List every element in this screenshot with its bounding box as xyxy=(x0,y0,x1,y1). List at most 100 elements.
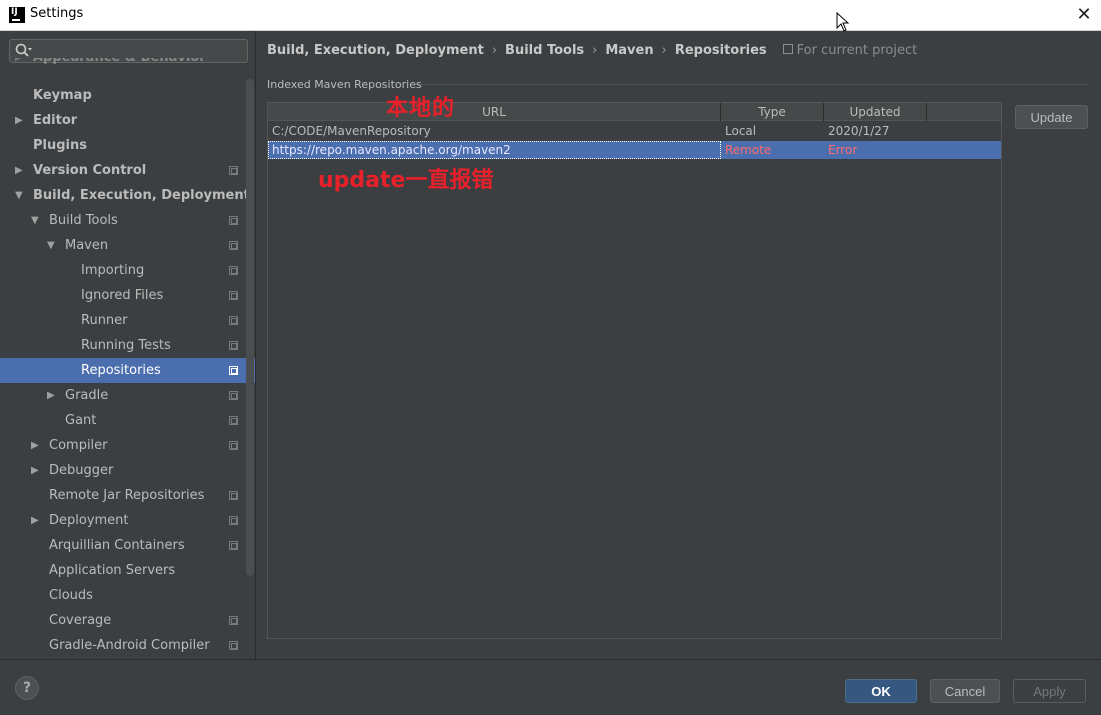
tree-item-label: Remote Jar Repositories xyxy=(49,488,205,503)
breadcrumb-item[interactable]: Build Tools xyxy=(505,43,584,58)
tree-item[interactable]: Repositories xyxy=(0,358,255,383)
project-scope-icon xyxy=(229,216,238,225)
expand-arrow-down-icon[interactable]: ▼ xyxy=(15,183,23,208)
tree-item[interactable]: Arquillian Containers xyxy=(0,533,255,558)
tree-item-label: Gradle-Android Compiler xyxy=(49,638,210,653)
tree-item-label: Importing xyxy=(81,263,145,278)
tree-item-label: Running Tests xyxy=(81,338,171,353)
tree-item[interactable]: Gradle-Android Compiler xyxy=(0,633,255,658)
tree-item-label: Keymap xyxy=(33,88,92,103)
column-header-url[interactable]: URL xyxy=(268,103,721,121)
project-scope-icon xyxy=(229,291,238,300)
project-scope-icon xyxy=(229,416,238,425)
breadcrumb-separator-icon: › xyxy=(661,43,667,58)
expand-arrow-right-icon[interactable]: ▶ xyxy=(47,383,55,408)
breadcrumb-item[interactable]: Build, Execution, Deployment xyxy=(267,43,484,58)
tree-item-label: Application Servers xyxy=(49,563,176,578)
project-scope-icon xyxy=(229,616,238,625)
expand-arrow-right-icon[interactable]: ▶ xyxy=(31,508,39,533)
tree-item-label: Editor xyxy=(33,113,78,128)
expand-arrow-right-icon[interactable]: ▶ xyxy=(15,108,23,133)
annotation-update-error: update一直报错 xyxy=(318,168,494,193)
project-scope-icon xyxy=(229,266,238,275)
tree-item[interactable]: Ignored Files xyxy=(0,283,255,308)
expand-arrow-right-icon[interactable]: ▶ xyxy=(31,458,39,483)
project-scope-icon xyxy=(229,516,238,525)
project-scope-icon xyxy=(229,341,238,350)
table-cell-url: https://repo.maven.apache.org/maven2 xyxy=(268,141,721,159)
expand-arrow-down-icon[interactable]: ▼ xyxy=(31,208,39,233)
project-scope-icon xyxy=(229,641,238,650)
annotation-local: 本地的 xyxy=(386,96,456,121)
project-scope-icon xyxy=(229,366,238,375)
window-title: Settings xyxy=(30,6,84,21)
expand-arrow-down-icon[interactable]: ▼ xyxy=(47,233,55,258)
scope-label: For current project xyxy=(796,43,918,58)
update-button[interactable]: Update xyxy=(1015,105,1088,129)
table-row[interactable]: https://repo.maven.apache.org/maven2 Remo… xyxy=(268,141,1001,159)
intellij-logo-icon: IJ xyxy=(9,7,25,23)
project-scope-icon xyxy=(229,241,238,250)
tree-item-label: Maven xyxy=(65,238,109,253)
expand-arrow-right-icon[interactable]: ▶ xyxy=(31,433,39,458)
table-cell-updated: 2020/1/27 xyxy=(828,124,890,138)
tree-item-label: Ignored Files xyxy=(81,288,164,303)
table-row[interactable]: C:/CODE/MavenRepository Local 2020/1/27 xyxy=(268,122,1001,140)
tree-item-label: Version Control xyxy=(33,163,147,178)
tree-item[interactable]: ▶ Compiler xyxy=(0,433,255,458)
table-cell-type: Remote xyxy=(725,143,772,157)
tree-item-label: Debugger xyxy=(49,463,114,478)
tree-item[interactable]: ▶ Deployment xyxy=(0,508,255,533)
tree-item-label: Coverage xyxy=(49,613,112,628)
breadcrumb-item[interactable]: Repositories xyxy=(675,43,767,58)
tree-item-label: Arquillian Containers xyxy=(49,538,185,553)
search-icon[interactable] xyxy=(15,43,33,59)
table-header: URL Type Updated xyxy=(268,103,1001,121)
tree-item[interactable]: ▶ Gradle xyxy=(0,383,255,408)
tree-item-label: Deployment xyxy=(49,513,129,528)
tree-item[interactable]: Runner xyxy=(0,308,255,333)
apply-button[interactable]: Apply xyxy=(1013,679,1086,703)
close-icon[interactable]: ✕ xyxy=(1072,4,1096,26)
tree-item[interactable]: Keymap xyxy=(0,83,255,108)
tree-item-label: Clouds xyxy=(49,588,93,603)
ok-button[interactable]: OK xyxy=(845,679,917,703)
tree-item[interactable]: Running Tests xyxy=(0,333,255,358)
tree-item-label: Build Tools xyxy=(49,213,118,228)
cancel-button[interactable]: Cancel xyxy=(930,679,1000,703)
breadcrumb-item[interactable]: Maven xyxy=(605,43,653,58)
tree-item[interactable]: ▶ Editor xyxy=(0,108,255,133)
tree-item[interactable]: Clouds xyxy=(0,583,255,608)
tree-item-label: Runner xyxy=(81,313,128,328)
tree-item[interactable]: ▼ Build, Execution, Deployment xyxy=(0,183,255,208)
tree-item[interactable]: Gant xyxy=(0,408,255,433)
table-cell-url: C:/CODE/MavenRepository xyxy=(272,124,431,138)
column-header-updated[interactable]: Updated xyxy=(824,103,927,121)
tree-item[interactable]: Coverage xyxy=(0,608,255,633)
help-icon[interactable]: ? xyxy=(15,676,39,700)
project-scope-icon xyxy=(229,441,238,450)
project-scope-icon xyxy=(229,316,238,325)
breadcrumb: Build, Execution, Deployment › Build Tools… xyxy=(267,43,917,61)
project-scope-icon xyxy=(782,44,793,54)
tree-item-label: Gradle xyxy=(65,388,109,403)
tree-item-label: Gant xyxy=(65,413,97,428)
tree-item[interactable]: ▶ Version Control xyxy=(0,158,255,183)
project-scope-icon xyxy=(229,491,238,500)
tree-scrollbar[interactable] xyxy=(246,79,254,576)
tree-item[interactable]: Remote Jar Repositories xyxy=(0,483,255,508)
tree-item[interactable]: ▶Appearance & Behavior xyxy=(0,58,255,72)
project-scope-icon xyxy=(229,541,238,550)
tree-item[interactable]: Plugins xyxy=(0,133,255,158)
tree-item[interactable]: Application Servers xyxy=(0,558,255,583)
mouse-cursor-icon xyxy=(836,12,850,32)
settings-tree-panel: ▶Appearance & Behavior Keymap ▶ Editor Plugi… xyxy=(0,31,256,659)
breadcrumb-separator-icon: › xyxy=(491,43,498,58)
column-header-type[interactable]: Type xyxy=(721,103,824,121)
expand-arrow-right-icon[interactable]: ▶ xyxy=(15,158,23,183)
scope-indicator: For current project xyxy=(782,43,918,58)
tree-item[interactable]: ▼ Maven xyxy=(0,233,255,258)
tree-item[interactable]: Importing xyxy=(0,258,255,283)
tree-item[interactable]: ▶ Debugger xyxy=(0,458,255,483)
tree-item[interactable]: ▼ Build Tools xyxy=(0,208,255,233)
